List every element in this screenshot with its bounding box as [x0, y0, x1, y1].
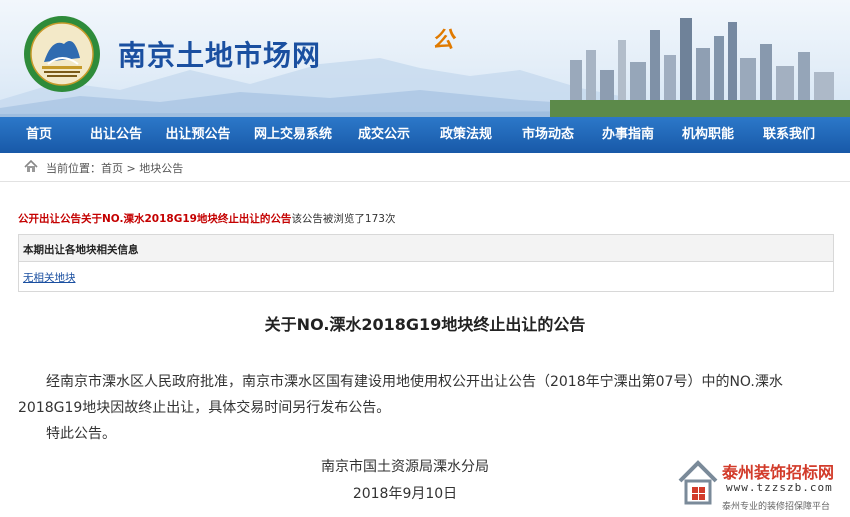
nav-deal-results[interactable]: 成交公示 [344, 117, 424, 153]
article-title: 关于NO.溧水2018G19地块终止出让的公告 [264, 315, 586, 334]
watermark-slogan: 泰州专业的装修招保障平台 [722, 502, 831, 512]
nav-pre-notices[interactable]: 出让预公告 [154, 117, 242, 153]
breadcrumb-current[interactable]: 地块公告 [139, 162, 183, 175]
related-parcels-header: 本期出让各地块相关信息 [19, 235, 833, 262]
house-logo-icon [678, 460, 718, 505]
home-icon [24, 160, 38, 172]
article-body: 经南京市溧水区人民政府批准，南京市溧水区国有建设用地使用权公开出让公告（2018… [18, 374, 783, 416]
nav-organization[interactable]: 机构职能 [668, 117, 748, 153]
no-related-parcels-link[interactable]: 无相关地块 [23, 270, 76, 285]
breadcrumb: 当前位置：首页 > 地块公告 [0, 153, 850, 182]
main-nav: 首页 出让公告 出让预公告 网上交易系统 成交公示 政策法规 市场动态 办事指南… [0, 117, 850, 153]
related-parcels-heading: 本期出让各地块相关信息 [23, 244, 139, 256]
banner-decoration: 公 [432, 28, 455, 53]
nav-home[interactable]: 首页 [0, 117, 78, 153]
nav-online-trading[interactable]: 网上交易系统 [242, 117, 344, 153]
city-skyline-graphic [550, 18, 850, 117]
nav-market-news[interactable]: 市场动态 [508, 117, 588, 153]
watermark-url: www.tzzszb.com [726, 481, 833, 494]
breadcrumb-prefix: 当前位置： [46, 162, 101, 175]
nav-contact-us[interactable]: 联系我们 [748, 117, 830, 153]
nav-service-guide[interactable]: 办事指南 [588, 117, 668, 153]
nav-policies[interactable]: 政策法规 [424, 117, 508, 153]
breadcrumb-separator: > [123, 162, 140, 175]
notice-summary: 公开出让公告关于NO.溧水2018G19地块终止出让的公告该公告被浏览了173次 [18, 211, 395, 226]
breadcrumb-home-link[interactable]: 首页 [101, 162, 123, 175]
watermark: 泰州装饰招标网 www.tzzszb.com 泰州专业的装修招保障平台 [676, 457, 850, 517]
article-closing: 特此公告。 [46, 426, 116, 442]
bureau-seal-logo [24, 16, 100, 92]
watermark-title: 泰州装饰招标网 [722, 463, 835, 482]
view-count-text: 该公告被浏览了173次 [291, 213, 396, 225]
related-parcels-box: 本期出让各地块相关信息 无相关地块 [18, 234, 834, 292]
nav-transfer-notices[interactable]: 出让公告 [78, 117, 154, 153]
site-banner: 南京土地市场网 公 [0, 0, 850, 117]
site-title: 南京土地市场网 [118, 39, 322, 72]
notice-title-link[interactable]: 公开出让公告关于NO.溧水2018G19地块终止出让的公告 [18, 213, 291, 225]
